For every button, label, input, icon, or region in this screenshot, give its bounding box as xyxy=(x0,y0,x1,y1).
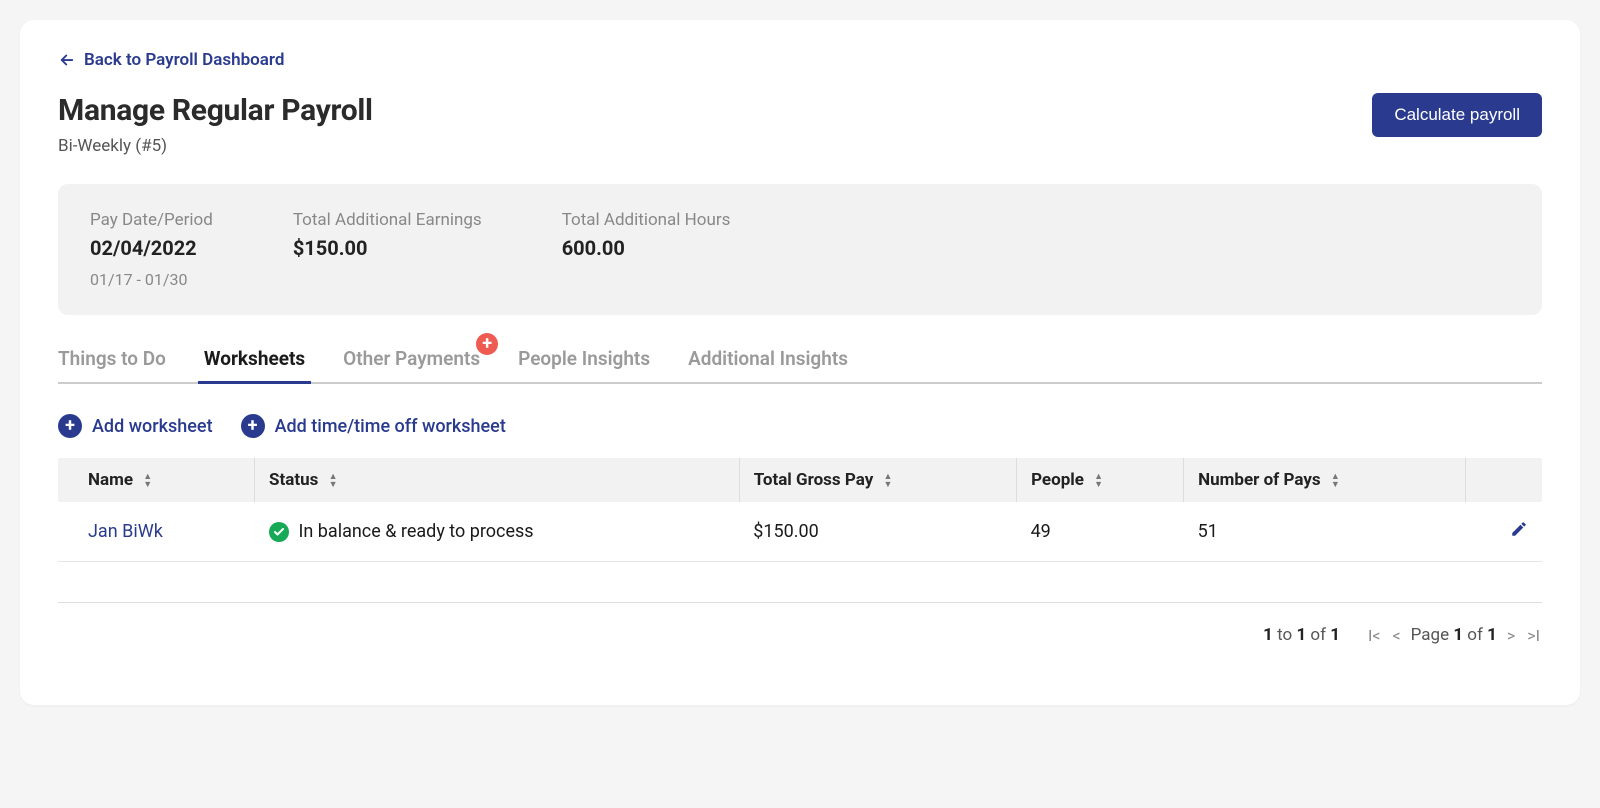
pg-page-word: Page xyxy=(1411,625,1454,645)
page-prev-button[interactable]: < xyxy=(1391,626,1403,645)
page-subtitle: Bi-Weekly (#5) xyxy=(58,136,373,156)
actions-row: + Add worksheet + Add time/time off work… xyxy=(58,414,1542,438)
worksheet-name-link[interactable]: Jan BiWk xyxy=(58,502,255,562)
add-time-worksheet-label: Add time/time off worksheet xyxy=(275,416,506,437)
col-gross[interactable]: Total Gross Pay ▲▼ xyxy=(739,458,1016,502)
pg-to: 1 xyxy=(1296,625,1306,645)
col-people[interactable]: People ▲▼ xyxy=(1017,458,1184,502)
plus-badge-icon: + xyxy=(476,333,498,355)
summary-label: Pay Date/Period xyxy=(90,210,213,230)
col-status[interactable]: Status ▲▼ xyxy=(255,458,740,502)
pg-total: 1 xyxy=(1330,625,1340,645)
pg-pages: 1 xyxy=(1487,625,1497,645)
sort-icon: ▲▼ xyxy=(1331,473,1340,489)
payroll-card: Back to Payroll Dashboard Manage Regular… xyxy=(20,20,1580,705)
summary-label: Total Additional Hours xyxy=(562,210,731,230)
sort-icon: ▲▼ xyxy=(329,473,338,489)
back-link[interactable]: Back to Payroll Dashboard xyxy=(58,50,284,70)
summary-earnings: Total Additional Earnings $150.00 xyxy=(293,210,482,289)
pg-page: 1 xyxy=(1453,625,1463,645)
table-row: Jan BiWk In balance & ready to process $… xyxy=(58,502,1542,562)
page-first-button[interactable]: I< xyxy=(1366,626,1382,645)
tab-worksheets[interactable]: Worksheets xyxy=(204,339,305,382)
col-label: People xyxy=(1031,470,1084,490)
col-label: Name xyxy=(88,470,133,490)
add-time-worksheet-button[interactable]: + Add time/time off worksheet xyxy=(241,414,506,438)
worksheets-table: Name ▲▼ Status ▲▼ Total Gross Pay ▲▼ Peo… xyxy=(58,458,1542,562)
summary-range: 01/17 - 01/30 xyxy=(90,270,213,289)
tabs: Things to Do Worksheets Other Payments +… xyxy=(58,339,1542,384)
footer-divider xyxy=(58,602,1542,603)
worksheet-people: 49 xyxy=(1017,502,1184,562)
sort-icon: ▲▼ xyxy=(1094,473,1103,489)
col-name[interactable]: Name ▲▼ xyxy=(58,458,255,502)
arrow-left-icon xyxy=(58,51,76,69)
summary-hours: Total Additional Hours 600.00 xyxy=(562,210,731,289)
plus-circle-icon: + xyxy=(58,414,82,438)
sort-icon: ▲▼ xyxy=(884,473,893,489)
status-text: In balance & ready to process xyxy=(299,521,534,542)
worksheet-num-pays: 51 xyxy=(1184,502,1466,562)
check-circle-icon xyxy=(269,522,289,542)
tab-people-insights[interactable]: People Insights xyxy=(518,339,650,382)
pagination: 1 to 1 of 1 I< < Page 1 of 1 > >I xyxy=(58,625,1542,645)
sort-icon: ▲▼ xyxy=(143,473,152,489)
add-worksheet-button[interactable]: + Add worksheet xyxy=(58,414,213,438)
calculate-payroll-button[interactable]: Calculate payroll xyxy=(1372,93,1542,137)
edit-icon[interactable] xyxy=(1510,522,1528,543)
col-label: Number of Pays xyxy=(1198,470,1320,490)
summary-label: Total Additional Earnings xyxy=(293,210,482,230)
col-actions xyxy=(1466,458,1542,502)
page-next-button[interactable]: > xyxy=(1505,626,1517,645)
tab-additional-insights[interactable]: Additional Insights xyxy=(688,339,848,382)
plus-circle-icon: + xyxy=(241,414,265,438)
pg-of-word2: of xyxy=(1463,625,1487,645)
table-header-row: Name ▲▼ Status ▲▼ Total Gross Pay ▲▼ Peo… xyxy=(58,458,1542,502)
summary-pay-date: Pay Date/Period 02/04/2022 01/17 - 01/30 xyxy=(90,210,213,289)
worksheet-status-cell: In balance & ready to process xyxy=(255,502,740,562)
back-link-label: Back to Payroll Dashboard xyxy=(84,50,284,70)
add-worksheet-label: Add worksheet xyxy=(92,416,213,437)
summary-value: $150.00 xyxy=(293,236,482,260)
tab-label: Other Payments xyxy=(343,347,480,370)
pg-from: 1 xyxy=(1263,625,1273,645)
summary-value: 600.00 xyxy=(562,236,731,260)
summary-box: Pay Date/Period 02/04/2022 01/17 - 01/30… xyxy=(58,184,1542,315)
pg-of-word: of xyxy=(1306,625,1330,645)
pg-to-word: to xyxy=(1273,625,1297,645)
page-last-button[interactable]: >I xyxy=(1525,626,1542,645)
header-row: Manage Regular Payroll Bi-Weekly (#5) Ca… xyxy=(58,93,1542,156)
col-label: Status xyxy=(269,470,318,490)
page-title: Manage Regular Payroll xyxy=(58,93,373,128)
tab-other-payments[interactable]: Other Payments + xyxy=(343,339,480,382)
worksheet-gross: $150.00 xyxy=(739,502,1016,562)
tab-things-to-do[interactable]: Things to Do xyxy=(58,339,166,382)
col-label: Total Gross Pay xyxy=(754,470,874,490)
summary-value: 02/04/2022 xyxy=(90,236,213,260)
col-num-pays[interactable]: Number of Pays ▲▼ xyxy=(1184,458,1466,502)
